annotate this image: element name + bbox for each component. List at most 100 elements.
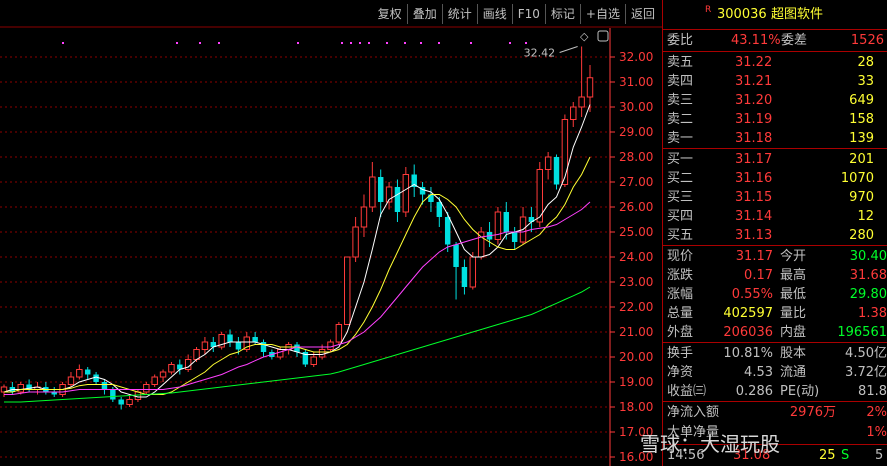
- level-volume: 1070: [840, 171, 874, 186]
- level-price: 31.14: [735, 209, 773, 224]
- quote-value: 206036: [723, 325, 773, 340]
- statistics-button[interactable]: 统计: [441, 4, 477, 24]
- flow-percent: 2%: [866, 405, 887, 420]
- level-label: 买五: [667, 228, 694, 243]
- quote-label: 今开: [780, 249, 807, 264]
- candle-body-down: [453, 244, 459, 267]
- quote-value: 1.38: [858, 306, 887, 321]
- candle-body-down: [436, 202, 443, 217]
- tick-side: S: [841, 448, 850, 463]
- tick-volume: 25: [819, 448, 836, 463]
- candle-body-down: [235, 342, 242, 350]
- candle-body-up: [578, 96, 585, 108]
- candle-body-up: [469, 256, 477, 288]
- candle-body-down: [553, 157, 560, 185]
- candle-body-up: [277, 349, 284, 358]
- restore-rights-button[interactable]: 复权: [373, 4, 407, 24]
- quote-label: 最低: [780, 287, 807, 302]
- quote-value: 30.40: [849, 249, 887, 264]
- add-watchlist-button[interactable]: +自选: [579, 4, 625, 24]
- level-label: 卖二: [667, 112, 694, 127]
- candle-body-down: [93, 374, 99, 382]
- f10-button[interactable]: F10: [511, 4, 545, 24]
- candle-body-up: [360, 206, 368, 228]
- event-marker-dot: [297, 42, 299, 44]
- candle-body-up: [134, 391, 142, 400]
- y-tick-label: 28.00: [619, 150, 653, 164]
- weicha-label: 委差: [781, 33, 808, 48]
- level-price: 31.22: [735, 55, 773, 70]
- candle-body-up: [352, 226, 359, 258]
- quote-label: 外盘: [667, 325, 694, 340]
- diamond-marker-icon: ◇: [580, 30, 589, 43]
- ask-row: 卖四 31.21 33: [663, 72, 887, 91]
- y-tick-label: 25.00: [619, 225, 653, 239]
- event-marker-dot: [359, 42, 361, 44]
- stat-value: 10.81%: [723, 346, 773, 361]
- ma-line-ma10: [4, 156, 591, 395]
- event-marker-dot: [218, 42, 220, 44]
- flow-row: 净流入额 2976万 2%: [663, 403, 887, 422]
- back-button[interactable]: 返回: [624, 4, 660, 24]
- y-tick-label: 32.00: [619, 50, 653, 64]
- stat-value: 4.50亿: [845, 346, 887, 361]
- stat-value: 3.72亿: [845, 365, 887, 380]
- weibi-value: 43.11%: [731, 33, 781, 48]
- draw-line-button[interactable]: 画线: [476, 4, 512, 24]
- event-marker-dot: [341, 42, 343, 44]
- level-price: 31.16: [735, 171, 773, 186]
- level-price: 31.15: [735, 190, 773, 205]
- bid-row: 买一 31.17 201: [663, 150, 887, 169]
- event-marker-dot: [470, 42, 472, 44]
- watermark: 雪球：大湿玩股: [640, 432, 780, 456]
- event-marker-dot: [62, 42, 64, 44]
- candle-body-up: [402, 174, 410, 213]
- y-tick-label: 21.00: [619, 325, 653, 339]
- kline-chart-area[interactable]: 32.00 31.00 30.00 29.00 28.00 27.00 26.00 25.00…: [0, 0, 662, 466]
- y-tick-label: 22.00: [619, 300, 653, 314]
- mark-button[interactable]: 标记: [544, 4, 580, 24]
- level-price: 31.21: [735, 74, 773, 89]
- event-marker-dot: [176, 42, 178, 44]
- event-marker-dot: [525, 42, 527, 44]
- quote-value: 0.17: [744, 268, 773, 283]
- level-volume: 201: [849, 152, 874, 167]
- candle-body-up: [151, 376, 158, 385]
- quote-value: 31.68: [849, 268, 887, 283]
- event-marker-dot: [509, 42, 511, 44]
- level-price: 31.18: [735, 131, 773, 146]
- quote-value: 0.55%: [731, 287, 773, 302]
- stat-row: 净资 4.53 流通 3.72亿: [663, 363, 887, 382]
- event-marker-dot: [404, 42, 406, 44]
- level-price: 31.13: [735, 228, 773, 243]
- quote-value: 31.17: [735, 249, 773, 264]
- candle-body-up: [561, 119, 569, 185]
- bid-row: 买四 31.14 12: [663, 207, 887, 226]
- level-price: 31.19: [735, 112, 773, 127]
- ask-row: 卖一 31.18 139: [663, 129, 887, 148]
- candle-body-up: [310, 356, 317, 365]
- bid-row: 买二 31.16 1070: [663, 169, 887, 188]
- stat-row: 换手 10.81% 股本 4.50亿: [663, 344, 887, 363]
- candle-body-down: [84, 369, 91, 375]
- flow-value: 2976万: [789, 405, 836, 420]
- event-marker-dot: [350, 42, 352, 44]
- flow-percent: 1%: [866, 425, 887, 440]
- kline-chart[interactable]: 32.00 31.00 30.00 29.00 28.00 27.00 26.00 25.00…: [0, 0, 662, 466]
- y-tick-label: 20.00: [619, 350, 653, 364]
- candle-body-up: [126, 399, 133, 405]
- candle-body-up: [544, 156, 552, 170]
- level-volume: 280: [849, 228, 874, 243]
- quote-row: 外盘 206036 内盘 196561: [663, 323, 887, 342]
- candle-body-up: [327, 341, 334, 350]
- candle-body-up: [494, 211, 502, 240]
- level-volume: 158: [849, 112, 874, 127]
- event-marker-dot: [199, 42, 201, 44]
- candle-body-up: [76, 369, 83, 378]
- quote-row: 总量 402597 量比 1.38: [663, 304, 887, 323]
- overlay-button[interactable]: 叠加: [406, 4, 442, 24]
- quote-panel: R 300036 超图软件 委比 43.11% 委差 1526 卖五 31.22 2…: [662, 0, 887, 466]
- stock-code: 300036: [717, 7, 767, 22]
- quote-label: 现价: [667, 249, 694, 264]
- candle-body-down: [394, 187, 401, 212]
